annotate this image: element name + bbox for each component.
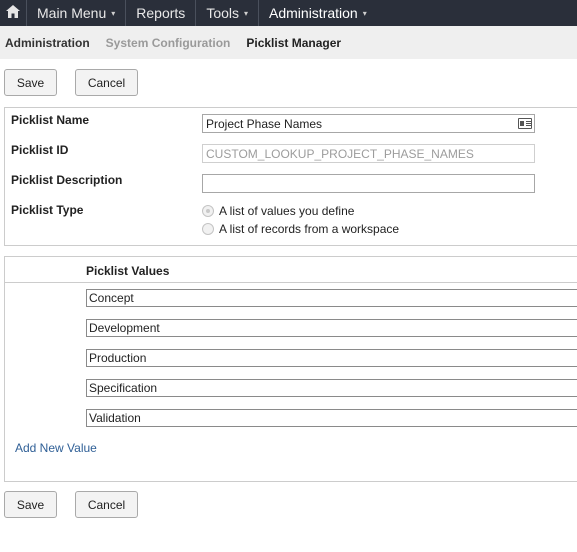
picklist-value-text: Development [89,321,160,335]
breadcrumb-administration[interactable]: Administration [5,36,90,50]
picklist-values-title: Picklist Values [86,264,170,278]
home-button[interactable] [0,0,27,26]
picklist-value-text: Validation [89,411,141,425]
picklist-value-input[interactable]: Validation [86,409,577,427]
chevron-down-icon: ▾ [111,8,116,18]
picklist-description-label: Picklist Description [11,173,123,187]
nav-administration[interactable]: Administration ▾ [259,0,377,26]
type-option-records-label: A list of records from a workspace [219,222,400,236]
type-option-records[interactable]: A list of records from a workspace [202,222,399,236]
nav-main-menu[interactable]: Main Menu ▾ [27,0,127,26]
picklist-name-label: Picklist Name [11,113,90,127]
picklist-value-input[interactable]: Development [86,319,577,337]
radio-values-defined[interactable] [202,205,214,217]
cancel-button-bottom[interactable]: Cancel [75,491,138,518]
picklist-type-label: Picklist Type [11,203,84,217]
nav-administration-label: Administration [269,5,358,21]
picklist-values-header: Picklist Values [5,257,577,283]
picklist-name-value: Project Phase Names [206,117,323,131]
save-button[interactable]: Save [4,69,57,96]
picklist-details-panel: Picklist Name Project Phase Names Pickli… [4,107,577,246]
picklist-value-text: Specification [89,381,158,395]
picklist-value-text: Production [89,351,147,365]
picklist-value-input[interactable]: Production [86,349,577,367]
picklist-id-label: Picklist ID [11,143,69,157]
breadcrumb: Administration System Configuration Pick… [0,26,577,59]
save-button-bottom[interactable]: Save [4,491,57,518]
picklist-value-input[interactable]: Concept [86,289,577,307]
contact-card-icon[interactable] [518,118,532,129]
nav-reports-label: Reports [136,5,186,21]
chevron-down-icon: ▾ [362,8,367,18]
picklist-value-input[interactable]: Specification [86,379,577,397]
nav-reports[interactable]: Reports [126,0,197,26]
picklist-id-value: CUSTOM_LOOKUP_PROJECT_PHASE_NAMES [206,147,474,161]
picklist-description-field[interactable] [202,174,535,193]
breadcrumb-picklist-manager: Picklist Manager [246,35,342,50]
nav-tools-label: Tools [206,5,239,21]
picklist-value-text: Concept [89,291,134,305]
chevron-down-icon: ▾ [244,8,249,18]
picklist-name-field[interactable]: Project Phase Names [202,114,535,133]
type-option-values[interactable]: A list of values you define [202,204,354,218]
breadcrumb-system-configuration[interactable]: System Configuration [106,36,231,50]
top-nav: Main Menu ▾ Reports Tools ▾ Administrati… [0,0,577,26]
add-new-value-link[interactable]: Add New Value [15,441,97,455]
nav-tools[interactable]: Tools ▾ [196,0,260,26]
radio-workspace-records[interactable] [202,223,214,235]
cancel-button[interactable]: Cancel [75,69,138,96]
nav-main-menu-label: Main Menu [37,5,107,21]
home-icon [6,5,20,21]
type-option-values-label: A list of values you define [219,204,355,218]
picklist-id-field: CUSTOM_LOOKUP_PROJECT_PHASE_NAMES [202,144,535,163]
